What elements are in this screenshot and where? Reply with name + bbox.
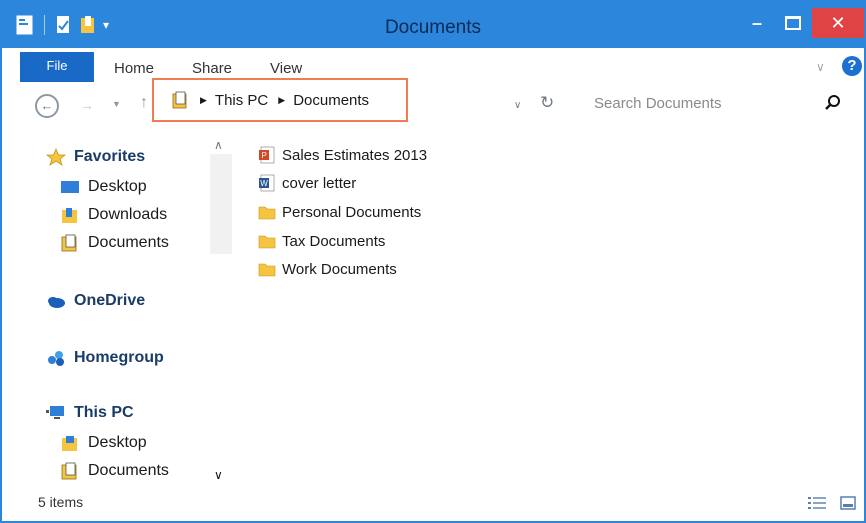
- forward-button[interactable]: →: [80, 97, 94, 113]
- nav-scrollbar-track[interactable]: [210, 154, 232, 254]
- minimize-button[interactable]: –: [740, 8, 774, 38]
- nav-homegroup[interactable]: Homegroup: [46, 347, 164, 369]
- address-bar[interactable]: ▶ This PC ▶ Documents: [152, 78, 408, 122]
- breadcrumb-arrow-icon[interactable]: ▶: [200, 95, 207, 106]
- folder-icon: [258, 235, 276, 249]
- scroll-down-icon[interactable]: ∨: [214, 468, 223, 482]
- navigation-bar: ← → ▼ ↑ ▶ This PC ▶ Documents ∨ ↻ Search…: [2, 78, 864, 128]
- list-item[interactable]: Tax Documents: [258, 230, 385, 252]
- item-count-status: 5 items: [38, 494, 84, 510]
- tab-share[interactable]: Share: [192, 60, 232, 77]
- tab-view[interactable]: View: [270, 60, 302, 77]
- refresh-icon[interactable]: ↻: [540, 93, 554, 113]
- list-item[interactable]: Personal Documents: [258, 201, 421, 223]
- breadcrumb-this-pc[interactable]: This PC: [215, 92, 268, 109]
- address-dropdown-icon[interactable]: ∨: [514, 100, 521, 111]
- file-explorer-window: ▾ Documents – ✕ File Home Share View ∨ ?…: [0, 0, 866, 523]
- computer-icon: [46, 406, 64, 419]
- documents-folder-icon: [61, 234, 77, 252]
- nav-this-pc-documents[interactable]: Documents: [60, 460, 169, 482]
- close-icon: ✕: [830, 12, 846, 33]
- documents-folder-icon: [61, 462, 77, 480]
- word-doc-icon: W: [259, 174, 275, 192]
- nav-this-pc[interactable]: This PC: [46, 402, 134, 424]
- tab-home[interactable]: Home: [114, 60, 154, 77]
- downloads-folder-icon: [62, 208, 77, 223]
- title-bar[interactable]: ▾ Documents – ✕: [2, 0, 864, 48]
- nav-favorites-documents[interactable]: Documents: [60, 232, 169, 254]
- close-button[interactable]: ✕: [812, 8, 864, 38]
- help-icon[interactable]: ?: [842, 56, 862, 76]
- powerpoint-icon: P: [259, 146, 275, 164]
- list-item[interactable]: P Sales Estimates 2013: [258, 144, 427, 166]
- nav-onedrive[interactable]: OneDrive: [46, 290, 145, 312]
- large-icons-view-icon[interactable]: [840, 496, 856, 510]
- up-button[interactable]: ↑: [140, 94, 148, 112]
- svg-text:P: P: [262, 151, 267, 160]
- maximize-button[interactable]: [778, 8, 808, 38]
- search-icon[interactable]: [824, 94, 842, 112]
- search-input[interactable]: Search Documents: [594, 95, 722, 112]
- details-view-icon[interactable]: [808, 496, 826, 510]
- desktop-icon: [61, 181, 79, 193]
- navigation-pane: ∧ Favorites Desktop Downloads Documents …: [2, 132, 234, 490]
- window-title: Documents: [384, 17, 482, 38]
- desktop-folder-icon: [62, 436, 77, 451]
- breadcrumb-documents[interactable]: Documents: [293, 92, 369, 109]
- recent-locations-dropdown-icon[interactable]: ▼: [112, 99, 121, 109]
- scroll-up-icon[interactable]: ∧: [214, 138, 223, 152]
- ribbon-tabs: File Home Share View ∨ ?: [2, 48, 864, 82]
- folder-icon: [258, 263, 276, 277]
- onedrive-cloud-icon: [48, 297, 65, 308]
- svg-text:W: W: [260, 179, 268, 188]
- nav-this-pc-desktop[interactable]: Desktop: [60, 432, 147, 454]
- nav-favorites[interactable]: Favorites: [46, 146, 145, 168]
- nav-favorites-desktop[interactable]: Desktop: [60, 176, 147, 198]
- search-box[interactable]: Search Documents: [574, 86, 846, 122]
- folder-icon: [258, 206, 276, 220]
- documents-folder-icon: [172, 91, 187, 109]
- expand-ribbon-chevron-icon[interactable]: ∨: [816, 60, 825, 74]
- back-button[interactable]: ←: [35, 94, 59, 118]
- star-icon: [46, 148, 66, 166]
- list-item[interactable]: W cover letter: [258, 172, 356, 194]
- tab-file[interactable]: File: [20, 52, 94, 82]
- breadcrumb-arrow-icon[interactable]: ▶: [278, 95, 285, 106]
- homegroup-icon: [48, 351, 64, 366]
- list-item[interactable]: Work Documents: [258, 258, 397, 280]
- maximize-icon: [785, 16, 801, 30]
- nav-favorites-downloads[interactable]: Downloads: [60, 204, 167, 226]
